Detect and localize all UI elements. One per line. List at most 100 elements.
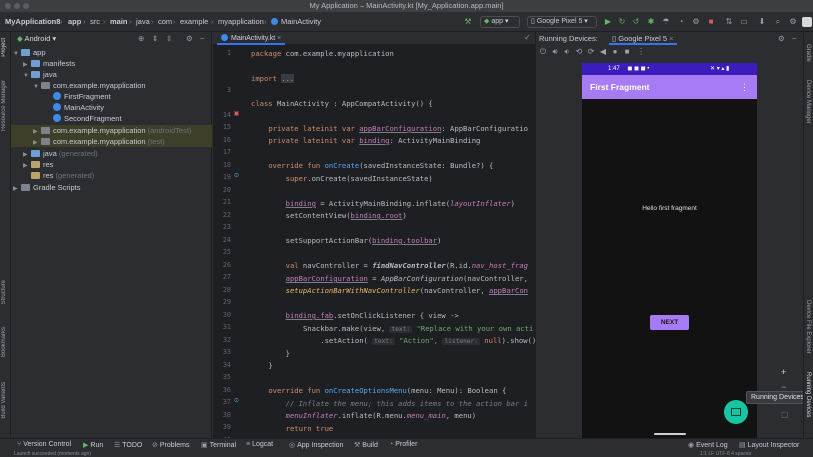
attach-debugger-icon[interactable]: ⚙ [691, 17, 701, 27]
device-manager-icon[interactable]: ▭ [739, 17, 749, 27]
todo-tab[interactable]: ☰ TODO [114, 441, 142, 449]
code-line-37[interactable]: override fun onCreateOptionsMenu(menu: M… [251, 386, 506, 395]
volume-up-icon[interactable]: 🔊︎ [550, 47, 560, 57]
breadcrumb-example[interactable]: example [180, 17, 208, 26]
version-control-tab[interactable]: ⑂ Version Control [17, 441, 71, 448]
tree-item-mainactivity[interactable]: MainActivity [53, 102, 210, 113]
coverage-icon[interactable]: ☂ [661, 17, 671, 27]
build-variants-tool-tab[interactable]: Build Variants [1, 382, 7, 419]
breadcrumb-class[interactable]: MainActivity [271, 17, 321, 26]
breadcrumb-module[interactable]: app [68, 17, 81, 26]
code-line-33[interactable]: .setAction( text: "Action", listener: nu… [251, 336, 536, 345]
code-line-29[interactable]: setupActionBarWithNavController(navContr… [251, 286, 528, 295]
resource-manager-tool-tab[interactable]: Resource Manager [1, 80, 7, 131]
close-window-icon[interactable] [5, 3, 11, 9]
gradle-tool-tab[interactable]: Gradle [805, 44, 811, 62]
code-line-20[interactable]: super.onCreate(savedInstanceState) [251, 174, 433, 183]
close-tab-icon[interactable]: × [277, 35, 281, 42]
build-hammer-icon[interactable]: ⚒ [463, 17, 473, 27]
profiler-tab[interactable]: ◔ Profiler [389, 441, 417, 448]
project-view-select[interactable]: ◆ Android ▾ [17, 34, 56, 43]
minimize-window-icon[interactable] [14, 3, 20, 9]
device-tab-pixel5[interactable]: ▯ Google Pixel 5 × [609, 32, 677, 45]
structure-tool-tab[interactable]: Structure [1, 280, 7, 304]
build-tab[interactable]: ⚒ Build [354, 441, 378, 449]
hide-panel-icon[interactable]: − [200, 32, 204, 45]
power-icon[interactable]: ⏻ [538, 47, 548, 57]
fit-screen-icon[interactable]: ▢ [781, 410, 789, 419]
tree-item-package-test[interactable]: ▶ com.example.myapplication (test) [11, 136, 212, 147]
collapse-all-icon[interactable]: ⇳ [166, 32, 172, 45]
problems-tab[interactable]: ⊘ Problems [152, 441, 189, 449]
run-icon[interactable]: ▶ [603, 17, 613, 27]
rotate-left-icon[interactable]: ⟲ [574, 47, 584, 57]
bookmarks-tool-tab[interactable]: Bookmarks [1, 327, 7, 357]
device-select[interactable]: ▯ Google Pixel 5 ▾ [527, 16, 597, 28]
run-config-select[interactable]: ◆ app ▾ [480, 16, 520, 28]
overview-icon[interactable]: ■ [622, 47, 632, 57]
override-marker-icon[interactable]: ⊙ [233, 173, 240, 180]
breadcrumb-java[interactable]: java [136, 17, 150, 26]
next-button[interactable]: NEXT [650, 315, 689, 330]
apply-changes-icon[interactable]: ↻ [617, 17, 627, 27]
layout-inspector-tab[interactable]: ▤ Layout Inspector [739, 441, 799, 449]
code-line-40[interactable]: return true [251, 424, 334, 433]
apply-code-changes-icon[interactable]: ↺ [631, 17, 641, 27]
options-gear-icon[interactable]: ⚙ [778, 32, 785, 45]
stop-icon[interactable]: ■ [706, 17, 716, 27]
code-line-31[interactable]: binding.fab.setOnClickListener { view -> [251, 311, 459, 320]
code-line-25[interactable]: setSupportActionBar(binding.toolbar) [251, 236, 442, 245]
code-line-38[interactable]: // Inflate the menu; this adds items to … [251, 399, 528, 408]
code-line-16[interactable]: private lateinit var appBarConfiguration… [251, 124, 528, 133]
event-log-tab[interactable]: ◉ Event Log [688, 441, 728, 449]
breadcrumb-package[interactable]: myapplication [218, 17, 264, 26]
select-opened-file-icon[interactable]: ⊕ [138, 32, 144, 45]
app-inspection-tab[interactable]: ◎ App Inspection [289, 441, 343, 449]
email-fab[interactable] [724, 400, 748, 424]
editor-tab-mainactivity[interactable]: MainActivity.kt × [217, 33, 286, 45]
tree-item-app[interactable]: ▼ app [13, 47, 210, 58]
breadcrumb-com[interactable]: com [158, 17, 172, 26]
run-tab[interactable]: ▶ Run [83, 441, 103, 449]
close-tab-icon[interactable]: × [669, 34, 673, 43]
sdk-manager-icon[interactable]: ⬇ [757, 17, 767, 27]
breadcrumb-main[interactable]: main [110, 17, 128, 26]
code-line-23[interactable]: setContentView(binding.root) [251, 211, 407, 220]
code-line-22[interactable]: binding = ActivityMainBinding.inflate(la… [251, 199, 515, 208]
home-icon[interactable]: ● [610, 47, 620, 57]
sync-gradle-icon[interactable]: ⇅ [724, 17, 734, 27]
code-line-27[interactable]: val navController = findNavController(R.… [251, 261, 528, 270]
code-line-32[interactable]: Snackbar.make(view, text: "Replace with … [251, 324, 533, 333]
code-line-19[interactable]: override fun onCreate(savedInstanceState… [251, 161, 493, 170]
code-line-1[interactable]: package com.example.myapplication [251, 49, 394, 58]
device-file-explorer-tool-tab[interactable]: Device File Explorer [805, 300, 811, 354]
tree-item-manifests[interactable]: ▶ manifests [23, 58, 210, 69]
code-line-35[interactable]: } [251, 361, 272, 370]
running-devices-tool-tab[interactable]: Running Devices [805, 372, 811, 417]
hide-panel-icon[interactable]: − [792, 32, 796, 45]
tree-item-res-generated[interactable]: res (generated) [31, 170, 210, 181]
search-icon[interactable]: ⌕ [773, 17, 783, 27]
folded-imports[interactable]: ... [281, 74, 295, 83]
tree-item-java-generated[interactable]: ▶ java (generated) [23, 148, 210, 159]
code-line-3[interactable]: import ... [251, 74, 295, 83]
more-options-icon[interactable]: ⋮ [636, 47, 646, 57]
profile-icon[interactable]: ◔ [676, 17, 686, 27]
tree-item-firstfragment[interactable]: FirstFragment [53, 91, 210, 102]
tree-item-package[interactable]: ▼ com.example.myapplication [33, 80, 210, 91]
volume-down-icon[interactable]: 🔉︎ [562, 47, 572, 57]
account-avatar-icon[interactable] [802, 17, 812, 27]
breadcrumb-src[interactable]: src [90, 17, 100, 26]
tree-item-res[interactable]: ▶ res [23, 159, 210, 170]
settings-gear-icon[interactable]: ⚙ [788, 17, 798, 27]
override-marker-icon[interactable]: ⊙ [233, 398, 240, 405]
code-line-39[interactable]: menuInflater.inflate(R.menu.menu_main, m… [251, 411, 476, 420]
tree-item-secondfragment[interactable]: SecondFragment [53, 113, 210, 124]
tree-item-gradle-scripts[interactable]: ▶ Gradle Scripts [13, 182, 210, 193]
overflow-menu-icon[interactable]: ⋮ [740, 75, 749, 99]
options-gear-icon[interactable]: ⚙ [186, 32, 193, 45]
gesture-nav-handle[interactable] [654, 433, 686, 435]
code-line-17[interactable]: private lateinit var binding: ActivityMa… [251, 136, 480, 145]
device-manager-tool-tab[interactable]: Device Manager [805, 80, 811, 124]
breadcrumb-project[interactable]: MyApplication8 [5, 17, 60, 26]
